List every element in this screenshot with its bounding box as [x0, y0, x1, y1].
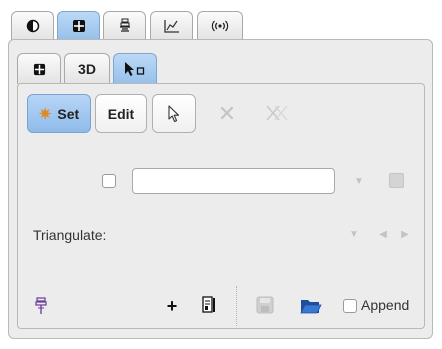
chart-icon [163, 19, 180, 33]
subtab-pointer[interactable] [113, 53, 157, 84]
set-button-label: Set [57, 105, 80, 122]
anatomy-icon [118, 18, 132, 34]
tab-contrast[interactable] [11, 11, 54, 40]
subtab-grid[interactable] [17, 53, 61, 84]
signal-icon [211, 19, 229, 33]
tab-grid[interactable] [57, 11, 100, 40]
import-icon[interactable] [198, 294, 220, 316]
chevron-down-icon[interactable]: ▼ [347, 227, 361, 241]
tab-chart[interactable] [150, 11, 193, 40]
previous-arrow-icon[interactable]: ◀ [377, 227, 389, 241]
set-button[interactable]: ✷ Set [27, 94, 91, 133]
color-square-icon[interactable] [388, 172, 404, 188]
pin-icon[interactable] [32, 296, 50, 316]
append-label: Append [361, 297, 410, 313]
grid-icon [72, 19, 86, 33]
append-checkbox[interactable] [343, 299, 357, 313]
delete-icon[interactable]: ✕ [215, 101, 239, 126]
delete-all-icon[interactable] [262, 102, 292, 126]
roi-checkbox[interactable] [102, 174, 116, 188]
triangulate-label: Triangulate: [33, 227, 107, 243]
subtab-3d-label: 3D [78, 61, 96, 77]
chevron-down-icon[interactable]: ▼ [352, 174, 366, 188]
contrast-icon [26, 19, 40, 33]
toolbar-divider [236, 286, 237, 326]
pointer-square-icon [122, 61, 148, 77]
star-icon: ✷ [38, 105, 52, 123]
tab-anatomy[interactable] [103, 11, 146, 40]
next-arrow-icon[interactable]: ▶ [399, 227, 411, 241]
edit-button[interactable]: Edit [95, 94, 147, 133]
save-icon[interactable] [255, 295, 275, 315]
pointer-icon [167, 104, 181, 123]
subtab-3d[interactable]: 3D [64, 53, 110, 84]
folder-open-icon[interactable] [300, 296, 322, 316]
select-pointer-button[interactable] [152, 94, 196, 133]
tab-signal[interactable] [197, 11, 243, 40]
add-icon[interactable]: + [163, 296, 181, 316]
edit-button-label: Edit [107, 105, 135, 122]
roi-name-field[interactable] [132, 168, 335, 194]
grid-icon [33, 63, 46, 76]
